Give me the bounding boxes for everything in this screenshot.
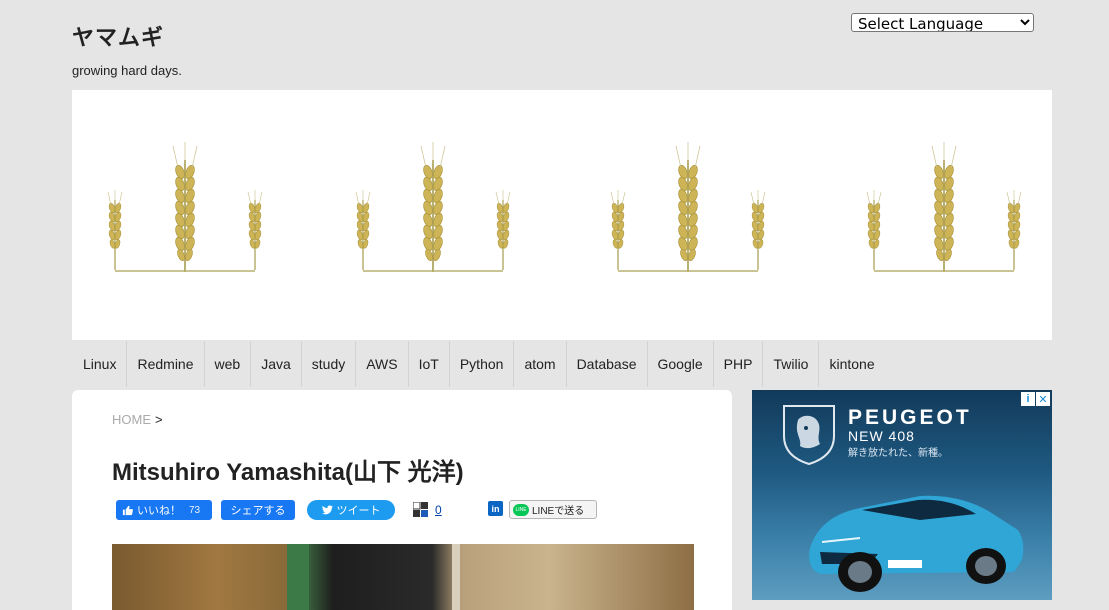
nav-item-web[interactable]: web: [205, 341, 252, 387]
category-nav: Linux Redmine web Java study AWS IoT Pyt…: [72, 341, 1052, 387]
site-tagline: growing hard days.: [72, 63, 182, 78]
hatena-bookmark-icon: [413, 502, 428, 517]
share-buttons: いいね！ 73 シェアする ツイート 0 in LINE LINEで送る: [116, 500, 616, 522]
nav-item-study[interactable]: study: [302, 341, 357, 387]
line-send-button[interactable]: LINE LINEで送る: [509, 500, 597, 519]
nav-item-linux[interactable]: Linux: [72, 341, 128, 387]
nav-item-atom[interactable]: atom: [514, 341, 567, 387]
nav-item-kintone[interactable]: kintone: [819, 341, 884, 387]
nav-item-twilio[interactable]: Twilio: [763, 341, 820, 387]
linkedin-icon[interactable]: in: [488, 501, 503, 516]
language-select[interactable]: Select Language: [851, 13, 1034, 32]
twitter-bird-icon: [321, 505, 333, 515]
car-image: [809, 495, 1024, 592]
nav-item-python[interactable]: Python: [450, 341, 515, 387]
page-title: Mitsuhiro Yamashita(山下 光洋): [112, 459, 464, 486]
ad-tagline: 解き放たれた、新種。: [848, 448, 948, 459]
breadcrumb-separator: >: [155, 412, 163, 427]
ad-model: NEW 408: [848, 428, 915, 444]
nav-item-google[interactable]: Google: [648, 341, 714, 387]
tweet-label: ツイート: [336, 505, 381, 517]
nav-item-java[interactable]: Java: [251, 341, 302, 387]
nav-item-redmine[interactable]: Redmine: [127, 341, 205, 387]
header-banner[interactable]: [72, 90, 1052, 340]
thumbs-up-icon: [122, 505, 133, 515]
nav-item-php[interactable]: PHP: [714, 341, 764, 387]
post-featured-image: [112, 544, 694, 610]
main-content: HOME > Mitsuhiro Yamashita(山下 光洋) いいね！ 73…: [72, 390, 732, 610]
nav-item-aws[interactable]: AWS: [356, 341, 409, 387]
facebook-like-count: 73: [189, 504, 201, 516]
ad-brand: PEUGEOT: [848, 406, 972, 429]
tweet-button[interactable]: ツイート: [307, 500, 395, 520]
lion-shield-logo-icon: [783, 405, 835, 466]
wheat-illustration: [72, 90, 1052, 340]
breadcrumb-home-link[interactable]: HOME: [112, 412, 151, 427]
nav-item-iot[interactable]: IoT: [409, 341, 450, 387]
hatena-bookmark-button[interactable]: 0: [413, 500, 447, 520]
line-icon: LINE: [513, 503, 529, 516]
site-title[interactable]: ヤマムギ: [72, 20, 164, 52]
hatena-count[interactable]: 0: [435, 503, 442, 517]
facebook-share-button[interactable]: シェアする: [221, 500, 295, 520]
image-detail: [452, 544, 460, 610]
breadcrumb: HOME >: [112, 412, 163, 427]
image-detail: [287, 544, 309, 610]
ad-info-icon[interactable]: i: [1021, 392, 1035, 406]
nav-item-database[interactable]: Database: [567, 341, 648, 387]
facebook-like-button[interactable]: いいね！ 73: [116, 500, 212, 520]
ad-close-icon[interactable]: ✕: [1036, 392, 1050, 406]
facebook-like-label: いいね！: [137, 505, 181, 517]
sidebar-advertisement[interactable]: i ✕ PEUGEOT NEW 408 解き放たれた、新種。: [752, 390, 1052, 600]
ad-controls: i ✕: [1020, 392, 1050, 406]
line-send-label: LINEで送る: [532, 506, 585, 517]
